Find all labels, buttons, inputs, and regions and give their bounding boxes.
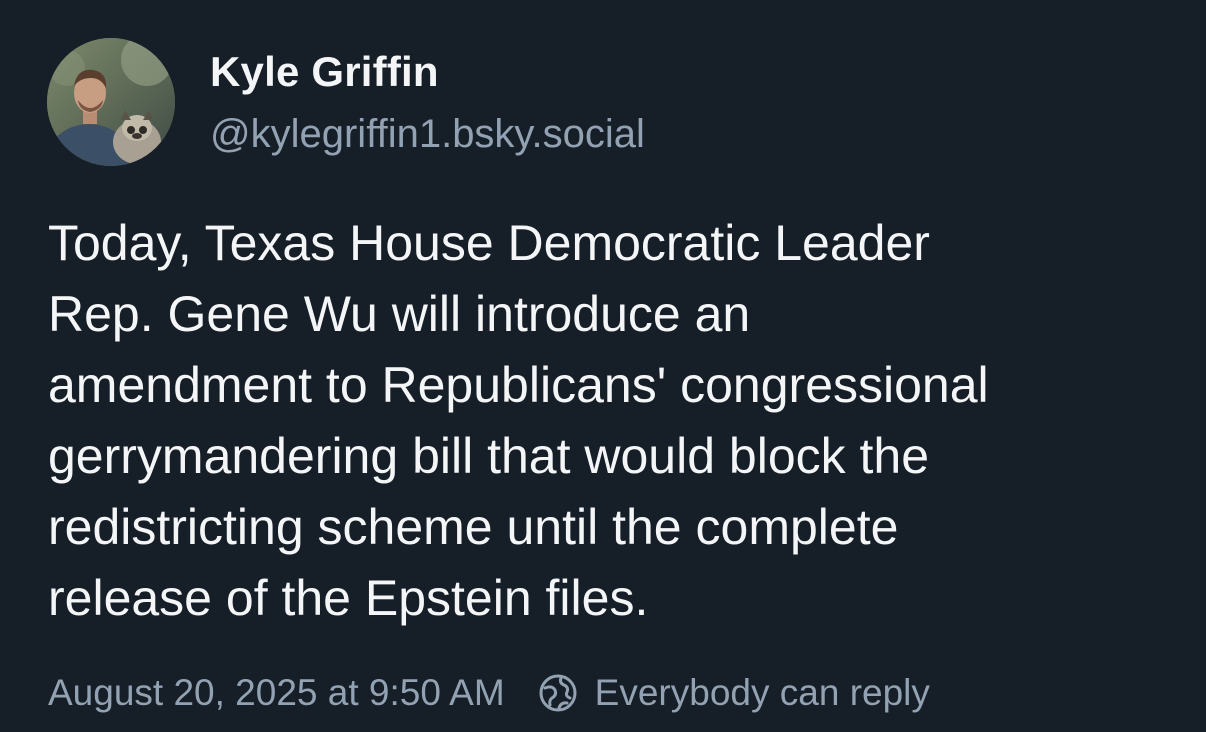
post-meta: August 20, 2025 at 9:50 AM Everybody can… — [48, 668, 930, 718]
post-text: Today, Texas House Democratic Leader Rep… — [48, 215, 989, 626]
author-handle[interactable]: @kylegriffin1.bsky.social — [210, 112, 645, 157]
avatar-photo — [47, 38, 175, 166]
reply-setting-label[interactable]: Everybody can reply — [595, 672, 930, 714]
avatar[interactable] — [47, 38, 175, 166]
globe-icon — [537, 672, 579, 714]
post-timestamp[interactable]: August 20, 2025 at 9:50 AM — [48, 672, 505, 714]
author-display-name[interactable]: Kyle Griffin — [210, 48, 439, 96]
post: Kyle Griffin @kylegriffin1.bsky.social T… — [0, 0, 1206, 732]
